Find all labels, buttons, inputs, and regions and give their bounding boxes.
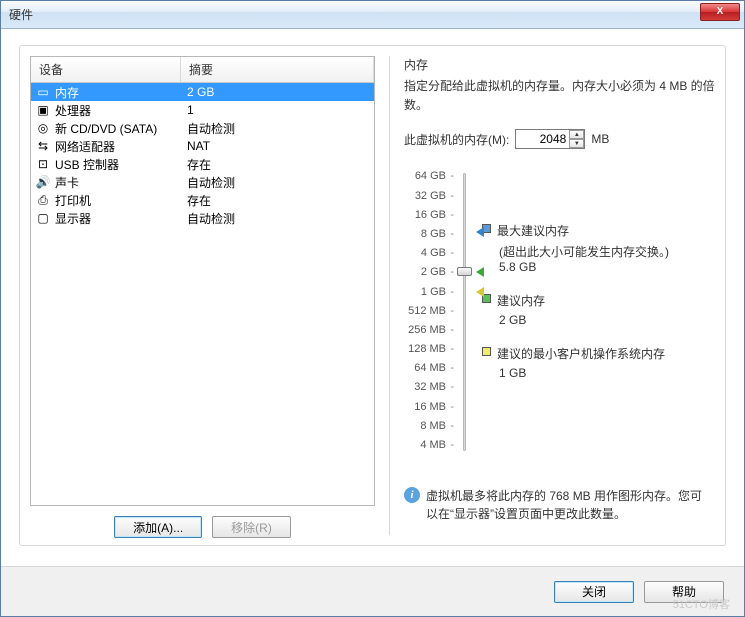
close-button[interactable]: 关闭 [554, 581, 634, 603]
table-header: 设备 摘要 [31, 57, 374, 83]
cd-icon: ◎ [35, 120, 51, 136]
close-icon[interactable]: X [700, 3, 740, 21]
legend: 最大建议内存 (超出此大小可能发生内存交换。) 5.8 GB 建议内存 2 GB [482, 167, 715, 457]
device-summary: NAT [183, 139, 370, 153]
memory-spinner: ▲ ▼ [515, 129, 585, 149]
scale-ticks: 64 GB32 GB16 GB8 GB4 GB2 GB1 GB512 MB256… [404, 167, 446, 457]
scale-tick: 8 GB [404, 225, 446, 244]
device-summary: 自动检测 [183, 174, 370, 191]
window-title: 硬件 [9, 6, 33, 23]
table-row[interactable]: 🔊声卡 自动检测 [31, 173, 374, 191]
scale-tick: 128 MB [404, 340, 446, 359]
scale-tick: 64 GB [404, 167, 446, 186]
spinner-up-icon[interactable]: ▲ [569, 130, 584, 139]
cpu-icon: ▣ [35, 102, 51, 118]
table-row[interactable]: ▣处理器 1 [31, 101, 374, 119]
scale-tick: 1 GB [404, 283, 446, 302]
device-summary: 1 [183, 103, 370, 117]
legend-min-value: 1 GB [499, 366, 715, 380]
title-bar: 硬件 X [1, 1, 744, 29]
legend-rec-value: 2 GB [499, 313, 715, 327]
content-area: 设备 摘要 ▭内存2 GB▣处理器1◎新 CD/DVD (SATA)自动检测⇆网… [1, 29, 744, 556]
dialog-footer: 关闭 帮助 [1, 566, 744, 616]
legend-max-note: (超出此大小可能发生内存交换。) [499, 243, 715, 260]
spinner-down-icon[interactable]: ▼ [569, 139, 584, 148]
memory-icon: ▭ [35, 84, 51, 100]
table-row[interactable]: ⊡USB 控制器 存在 [31, 155, 374, 173]
sound-icon: 🔊 [35, 174, 51, 190]
device-name: 打印机 [55, 192, 91, 209]
printer-icon: ⎙ [35, 192, 51, 208]
legend-min-title: 建议的最小客户机操作系统内存 [497, 345, 665, 362]
header-summary[interactable]: 摘要 [181, 57, 374, 82]
device-summary: 自动检测 [183, 210, 370, 227]
legend-max-title: 最大建议内存 [497, 222, 569, 239]
device-name: 处理器 [55, 102, 91, 119]
main-panel: 设备 摘要 ▭内存2 GB▣处理器1◎新 CD/DVD (SATA)自动检测⇆网… [19, 45, 726, 546]
network-icon: ⇆ [35, 138, 51, 154]
scale-tick: 256 MB [404, 321, 446, 340]
legend-max-value: 5.8 GB [499, 260, 715, 274]
scale-tick: 32 MB [404, 378, 446, 397]
table-row[interactable]: ▢显示器 自动检测 [31, 209, 374, 227]
memory-unit: MB [591, 132, 609, 146]
slider-thumb[interactable] [457, 267, 472, 276]
device-name: USB 控制器 [55, 156, 119, 173]
scale-tick: 8 MB [404, 417, 446, 436]
group-title: 内存 [404, 56, 715, 73]
device-name: 显示器 [55, 210, 91, 227]
square-yellow-icon [482, 347, 491, 356]
scale-tick: 64 MB [404, 359, 446, 378]
device-summary: 存在 [183, 156, 370, 173]
device-summary: 自动检测 [183, 120, 370, 137]
table-buttons: 添加(A)... 移除(R) [30, 516, 375, 538]
legend-rec-title: 建议内存 [497, 292, 545, 309]
header-device[interactable]: 设备 [31, 57, 181, 82]
memory-scale: 64 GB32 GB16 GB8 GB4 GB2 GB1 GB512 MB256… [404, 167, 715, 457]
remove-button[interactable]: 移除(R) [212, 516, 291, 538]
marker-max-icon [476, 227, 484, 237]
scale-tick: 32 GB [404, 187, 446, 206]
display-icon: ▢ [35, 210, 51, 226]
device-table: 设备 摘要 ▭内存2 GB▣处理器1◎新 CD/DVD (SATA)自动检测⇆网… [30, 56, 375, 506]
legend-recommended: 建议内存 [482, 292, 715, 309]
scale-tick: 16 MB [404, 398, 446, 417]
table-row[interactable]: ◎新 CD/DVD (SATA) 自动检测 [31, 119, 374, 137]
memory-input-row: 此虚拟机的内存(M): ▲ ▼ MB [404, 129, 715, 149]
legend-max: 最大建议内存 [482, 222, 715, 239]
slider-track[interactable] [463, 173, 466, 451]
memory-label: 此虚拟机的内存(M): [404, 131, 509, 148]
table-row[interactable]: ⇆网络适配器 NAT [31, 137, 374, 155]
add-button[interactable]: 添加(A)... [114, 516, 202, 538]
help-button[interactable]: 帮助 [644, 581, 724, 603]
scale-tick: 512 MB [404, 302, 446, 321]
device-name: 新 CD/DVD (SATA) [55, 120, 157, 137]
slider-column [454, 167, 474, 457]
hardware-dialog: 硬件 X 设备 摘要 ▭内存2 GB▣处理器1◎新 CD/DVD (SATA)自… [0, 0, 745, 617]
legend-min: 建议的最小客户机操作系统内存 [482, 345, 715, 362]
memory-description: 指定分配给此虚拟机的内存量。内存大小必须为 4 MB 的倍数。 [404, 77, 715, 115]
table-row[interactable]: ⎙打印机 存在 [31, 191, 374, 209]
table-body: ▭内存 2 GB ▣处理器 1 ◎新 CD/DVD (SATA) 自动检测 ⇆网络适配器 NA… [31, 83, 374, 505]
device-name: 内存 [55, 84, 79, 101]
table-row[interactable]: ▭内存 2 GB [31, 83, 374, 101]
scale-tick: 4 MB [404, 436, 446, 455]
device-summary: 存在 [183, 192, 370, 209]
scale-tick: 2 GB [404, 263, 446, 282]
marker-min-icon [476, 287, 484, 297]
usb-icon: ⊡ [35, 156, 51, 172]
scale-tick: 16 GB [404, 206, 446, 225]
marker-recommended-icon [476, 267, 484, 277]
info-row: i 虚拟机最多将此内存的 768 MB 用作图形内存。您可以在“显示器”设置页面… [404, 487, 705, 523]
scale-tick: 4 GB [404, 244, 446, 263]
right-pane: 内存 指定分配给此虚拟机的内存量。内存大小必须为 4 MB 的倍数。 此虚拟机的… [389, 56, 715, 535]
device-summary: 2 GB [183, 85, 370, 99]
info-icon: i [404, 487, 420, 503]
left-pane: 设备 摘要 ▭内存2 GB▣处理器1◎新 CD/DVD (SATA)自动检测⇆网… [30, 56, 375, 535]
info-text: 虚拟机最多将此内存的 768 MB 用作图形内存。您可以在“显示器”设置页面中更… [426, 487, 705, 523]
device-name: 声卡 [55, 174, 79, 191]
device-name: 网络适配器 [55, 138, 115, 155]
